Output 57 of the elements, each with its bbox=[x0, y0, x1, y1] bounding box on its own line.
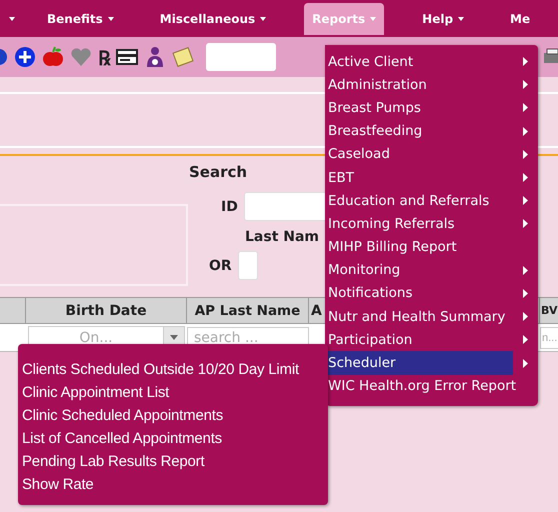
field-label: Last Nam bbox=[245, 229, 320, 245]
submenu-arrow-icon bbox=[523, 312, 528, 322]
menu-item[interactable]: MIHP Billing Report bbox=[325, 236, 538, 259]
menu-item[interactable]: Clients Scheduled Outside 10/20 Day Limit bbox=[22, 358, 328, 381]
caret-icon bbox=[108, 16, 114, 20]
field-label: ID bbox=[221, 198, 238, 214]
submenu-arrow-icon bbox=[523, 173, 528, 182]
submenu-arrow-icon bbox=[523, 219, 528, 228]
prescription-icon[interactable]: ℞ bbox=[98, 44, 110, 70]
menu-item[interactable]: Caseload bbox=[325, 142, 538, 166]
menu-item[interactable]: Miscellaneous bbox=[152, 4, 274, 32]
field-label: OR bbox=[209, 258, 232, 274]
menu-item[interactable]: Pending Lab Results Report bbox=[22, 450, 328, 473]
submenu-arrow-icon bbox=[523, 335, 528, 344]
menu-item[interactable]: Participation bbox=[325, 328, 538, 352]
menu-item[interactable]: Breast Pumps bbox=[325, 96, 538, 120]
submenu-arrow-icon bbox=[523, 288, 528, 298]
menu-item[interactable]: Monitoring bbox=[325, 258, 538, 282]
menu-item[interactable]: Clinic Scheduled Appointments bbox=[22, 404, 328, 427]
menu-item[interactable]: Benefits bbox=[39, 4, 122, 32]
submenu-arrow-icon bbox=[523, 126, 528, 136]
caret-icon bbox=[370, 16, 376, 20]
people-icon[interactable] bbox=[144, 46, 166, 68]
search-filter-field[interactable]: n... bbox=[540, 327, 558, 349]
last-name-field[interactable] bbox=[238, 251, 258, 280]
menu-item[interactable]: Clinic Appointment List bbox=[22, 381, 328, 404]
caret-icon bbox=[170, 335, 178, 340]
caret-icon bbox=[260, 16, 266, 20]
menu-item[interactable]: Me bbox=[502, 4, 538, 32]
column-header[interactable]: Birth Date bbox=[26, 298, 187, 323]
submenu-arrow-icon bbox=[523, 150, 528, 159]
search-title: Search bbox=[189, 163, 248, 181]
menu-item[interactable]: Breastfeeding bbox=[325, 120, 538, 143]
menu-item[interactable]: List of Cancelled Appointments bbox=[22, 427, 328, 450]
column-header[interactable]: BV bbox=[539, 298, 558, 323]
menu-item[interactable]: Incoming Referrals bbox=[325, 212, 538, 236]
menu-item[interactable]: Education and Referrals bbox=[325, 189, 538, 212]
apple-icon[interactable] bbox=[42, 46, 64, 68]
submenu-arrow-icon bbox=[523, 196, 528, 206]
menu-item[interactable]: Show Rate bbox=[22, 473, 328, 496]
submenu-arrow-icon bbox=[523, 358, 528, 368]
caret-icon bbox=[458, 16, 464, 20]
menu-item[interactable]: Active Client bbox=[325, 50, 538, 74]
menu-item[interactable]: Administration bbox=[325, 73, 538, 96]
submenu-arrow-icon bbox=[523, 57, 528, 66]
caret-icon bbox=[9, 16, 15, 20]
submenu-arrow-icon bbox=[523, 266, 528, 275]
menu-item[interactable]: Help bbox=[414, 4, 472, 32]
submenu-arrow-icon bbox=[523, 103, 528, 112]
add-icon[interactable] bbox=[14, 46, 36, 68]
menu-item[interactable]: Scheduler bbox=[325, 351, 538, 375]
search-field[interactable] bbox=[206, 43, 276, 71]
menu-item[interactable]: EBT bbox=[325, 166, 538, 190]
card-icon[interactable] bbox=[116, 49, 138, 65]
column-header[interactable]: AP Last Name bbox=[187, 298, 309, 323]
submenu-arrow-icon bbox=[523, 80, 528, 90]
menu-item[interactable]: WIC Health.org Error Report bbox=[325, 374, 538, 398]
